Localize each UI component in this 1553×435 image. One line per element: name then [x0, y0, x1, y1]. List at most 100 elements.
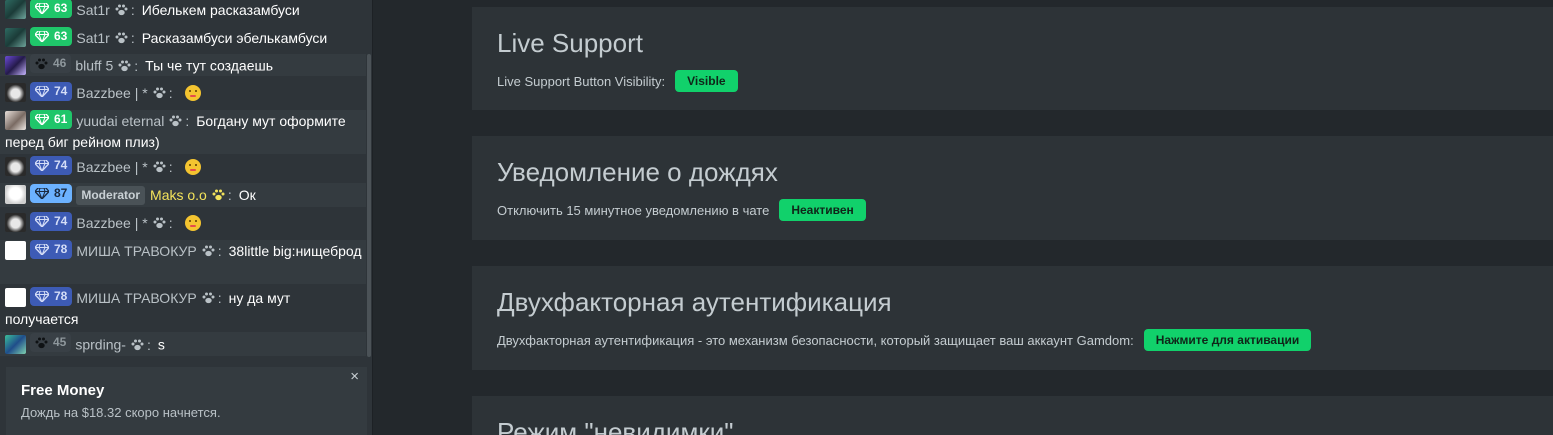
diamond-icon	[35, 86, 49, 97]
chat-message: 61 yuudai eternal: Богдану мут оформите пе…	[0, 110, 366, 154]
paw-icon	[153, 87, 166, 99]
separator: :	[185, 113, 190, 129]
setting-label: Двухфакторная аутентификация - это механ…	[497, 332, 1134, 348]
username[interactable]: yuudai eternal	[76, 113, 164, 129]
chat-message: 78 МИША ТРАВОКУР: ну да мут получается	[0, 287, 366, 331]
paw-icon	[212, 189, 225, 201]
diamond-icon	[35, 160, 49, 171]
panel-title: Режим "невидимки"	[497, 417, 734, 435]
paw-icon	[131, 339, 144, 350]
close-icon[interactable]: ×	[350, 368, 359, 385]
username[interactable]: МИША ТРАВОКУР	[76, 243, 196, 259]
level-badge: 78	[30, 287, 73, 306]
chat-message: 45 sprding-: s	[0, 332, 366, 356]
level-badge: 74	[30, 156, 73, 175]
username[interactable]: Sat1r	[76, 30, 109, 46]
chat-message: 63 Sat1r: Расказамбуси эбелькамбуси	[0, 27, 366, 49]
diamond-icon	[35, 188, 49, 199]
username[interactable]: bluff 5	[75, 58, 113, 74]
username[interactable]: Maks o.o	[150, 187, 207, 203]
level-badge: 61	[30, 110, 73, 129]
notification-text: Дождь на $18.32 скоро начнется.	[21, 405, 221, 420]
message-text: 38little big:нищеброд	[228, 243, 362, 259]
message-text: Ибелькем расказамбуси	[141, 2, 300, 18]
paw-icon	[35, 337, 48, 348]
two-factor-panel: Двухфакторная аутентификация Двухфакторн…	[472, 266, 1553, 370]
moderator-badge: Moderator	[76, 186, 146, 205]
message-text: Ок	[238, 187, 256, 203]
level-badge: 63	[30, 0, 73, 18]
notification-title: Free Money	[21, 382, 105, 399]
username[interactable]: МИША ТРАВОКУР	[76, 290, 196, 306]
level-badge: 74	[30, 82, 73, 101]
level-badge: 63	[30, 27, 73, 46]
avatar[interactable]	[5, 213, 26, 232]
diamond-icon	[35, 114, 49, 125]
paw-icon	[35, 58, 48, 69]
separator: :	[130, 2, 135, 18]
panel-title: Двухфакторная аутентификация	[497, 287, 892, 317]
avatar[interactable]	[5, 28, 26, 47]
level-badge: 45	[30, 333, 72, 352]
invisible-mode-panel: Режим "невидимки"	[472, 396, 1553, 435]
visible-button[interactable]: Visible	[675, 70, 738, 92]
chat-message: 74 Bazzbee | *:	[0, 82, 366, 104]
message-text: Расказамбуси эбелькамбуси	[141, 30, 328, 46]
avatar[interactable]	[5, 83, 26, 102]
username[interactable]: Sat1r	[76, 2, 109, 18]
avatar[interactable]	[5, 111, 26, 130]
diamond-icon	[35, 31, 49, 42]
chat-message: 63 Sat1r: Ибелькем расказамбуси	[0, 0, 366, 21]
panel-row: Двухфакторная аутентификация - это механ…	[497, 329, 1553, 351]
separator: :	[168, 159, 173, 175]
level-badge: 87	[30, 184, 73, 203]
avatar[interactable]	[5, 334, 26, 354]
separator: :	[134, 57, 139, 74]
separator: :	[217, 290, 222, 306]
avatar[interactable]	[5, 157, 26, 176]
panel-row: Отключить 15 минутное уведомлению в чате…	[497, 199, 1553, 221]
username[interactable]: sprding-	[75, 337, 126, 353]
avatar[interactable]	[5, 55, 26, 75]
avatar[interactable]	[5, 0, 26, 19]
paw-icon	[169, 115, 182, 127]
username[interactable]: Bazzbee | *	[76, 159, 147, 175]
paw-icon	[202, 245, 215, 257]
avatar[interactable]	[5, 241, 26, 260]
separator: :	[146, 336, 151, 353]
paw-icon	[118, 60, 131, 71]
separator: :	[130, 30, 135, 46]
username[interactable]: Bazzbee | *	[76, 85, 147, 101]
diamond-icon	[35, 244, 49, 255]
panel-title: Уведомление о дождях	[497, 157, 778, 187]
username[interactable]: Bazzbee | *	[76, 215, 147, 231]
chat-message: 78 МИША ТРАВОКУР:38little big:нищеброд	[0, 240, 366, 284]
chat-sidebar: 63 Sat1r: Ибелькем расказамбуси 63 Sat1r: Ра…	[0, 0, 373, 435]
chat-message: 74 Bazzbee | *:	[0, 212, 366, 234]
separator: :	[227, 187, 232, 203]
wink-emoji-icon	[184, 159, 201, 175]
rain-notification-panel: Уведомление о дождях Отключить 15 минутн…	[472, 136, 1553, 240]
live-support-panel: Live Support Live Support Button Visibil…	[472, 7, 1553, 110]
wink-emoji-icon	[184, 215, 201, 231]
activate-2fa-button[interactable]: Нажмите для активации	[1143, 329, 1312, 351]
avatar[interactable]	[5, 185, 26, 204]
level-badge: 46	[30, 54, 72, 73]
message-text: Ты че тут создаешь	[145, 57, 274, 74]
level-badge: 74	[30, 212, 73, 231]
setting-label: Отключить 15 минутное уведомлению в чате	[497, 202, 770, 218]
chat-scrollbar[interactable]	[367, 54, 371, 357]
diamond-icon	[35, 3, 49, 14]
paw-icon	[202, 292, 215, 304]
message-text: s	[157, 336, 165, 353]
paw-icon	[115, 4, 128, 16]
inactive-button[interactable]: Неактивен	[779, 199, 866, 221]
chat-message: 74 Bazzbee | *:	[0, 156, 366, 178]
avatar[interactable]	[5, 288, 26, 307]
level-badge: 78	[30, 240, 73, 259]
setting-label: Live Support Button Visibility:	[497, 73, 666, 89]
rain-notification: Free Money Дождь на $18.32 скоро начнетс…	[6, 367, 367, 435]
diamond-icon	[35, 216, 49, 227]
chat-message: 87 Moderator Maks o.o: Ок	[0, 183, 366, 207]
paw-icon	[115, 32, 128, 44]
